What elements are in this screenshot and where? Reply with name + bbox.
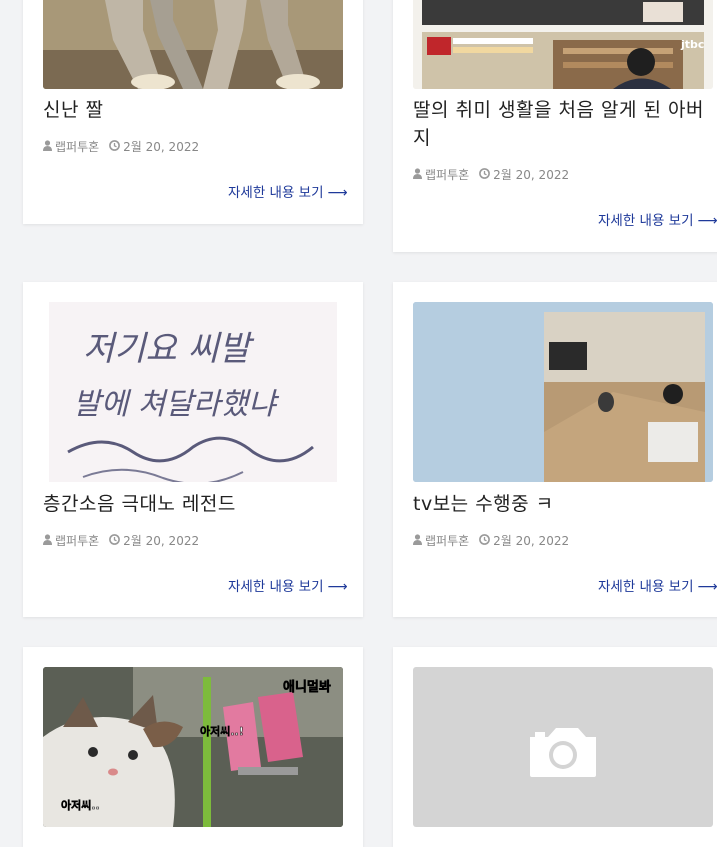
- read-more-label: 자세한 내용 보기: [598, 213, 694, 229]
- post-date: 2월 20, 2022: [123, 534, 200, 548]
- post-title[interactable]: 신난 짤: [43, 96, 343, 124]
- arrow-right-icon: ⟶: [697, 213, 717, 229]
- read-more-link[interactable]: 자세한 내용 보기 ⟶: [228, 575, 348, 595]
- post-meta: 랩퍼투혼 2월 20, 2022: [43, 138, 199, 155]
- post-title[interactable]: tv보는 수행중 ㅋ: [413, 490, 713, 518]
- user-icon: [43, 139, 52, 154]
- post-card: 신난 짤 랩퍼투혼 2월 20, 2022 자세한 내용 보기 ⟶: [23, 0, 363, 224]
- read-more-link[interactable]: 자세한 내용 보기 ⟶: [228, 181, 348, 201]
- post-date: 2월 20, 2022: [493, 534, 570, 548]
- read-more-link[interactable]: 자세한 내용 보기 ⟶: [598, 575, 717, 595]
- clock-icon: [109, 533, 121, 548]
- post-date: 2월 20, 2022: [493, 168, 570, 182]
- user-icon: [413, 533, 422, 548]
- caption-bottom-left: 아저씨..: [61, 798, 100, 812]
- post-author[interactable]: 랩퍼투혼: [55, 532, 99, 549]
- arrow-right-icon: ⟶: [327, 185, 348, 201]
- clock-icon: [109, 139, 121, 154]
- read-more-label: 자세한 내용 보기: [228, 579, 324, 595]
- post-title[interactable]: 층간소음 극대노 레전드: [43, 490, 343, 518]
- post-date: 2월 20, 2022: [123, 140, 200, 154]
- clock-icon: [479, 533, 491, 548]
- post-thumbnail[interactable]: jtbc: [413, 0, 713, 89]
- note-line-1: 저기요 씨발: [83, 329, 255, 369]
- post-card: 저기요 씨발 발에 쳐달라했냐 층간소음 극대노 레전드 랩퍼투혼 2월 20,…: [23, 282, 363, 617]
- post-card: tv보는 수행중 ㅋ 랩퍼투혼 2월 20, 2022 자세한 내용 보기 ⟶: [393, 282, 717, 617]
- tv-show-image: jtbc: [413, 0, 713, 89]
- post-author[interactable]: 랩퍼투혼: [425, 166, 469, 183]
- post-thumbnail[interactable]: 애니멀봐 아저씨..! 아저씨..: [43, 667, 343, 827]
- post-meta: 랩퍼투혼 2월 20, 2022: [413, 166, 569, 183]
- post-author[interactable]: 랩퍼투혼: [425, 532, 469, 549]
- post-meta: 랩퍼투혼 2월 20, 2022: [43, 532, 199, 549]
- read-more-link[interactable]: 자세한 내용 보기 ⟶: [598, 209, 717, 229]
- post-card: [393, 647, 717, 847]
- post-card: 애니멀봐 아저씨..! 아저씨..: [23, 647, 363, 847]
- read-more-label: 자세한 내용 보기: [598, 579, 694, 595]
- post-card: jtbc 딸의 취미 생활을 처음 알게 된 아버지 랩퍼투혼 2월 20, 2…: [393, 0, 717, 252]
- note-line-2: 발에 쳐달라했냐: [73, 387, 280, 422]
- camera-icon: [530, 728, 596, 777]
- tv-logo: jtbc: [680, 38, 704, 51]
- dancing-cartoon-image: [43, 0, 343, 89]
- caption-top-right: 애니멀봐: [283, 679, 331, 695]
- post-thumbnail-placeholder[interactable]: [413, 667, 713, 827]
- user-icon: [413, 167, 422, 182]
- post-author[interactable]: 랩퍼투혼: [55, 138, 99, 155]
- cat-on-bus-image: 애니멀봐 아저씨..! 아저씨..: [43, 667, 343, 827]
- arrow-right-icon: ⟶: [697, 579, 717, 595]
- read-more-label: 자세한 내용 보기: [228, 185, 324, 201]
- post-thumbnail[interactable]: [413, 302, 713, 482]
- caption-middle: 아저씨..!: [200, 724, 244, 738]
- user-icon: [43, 533, 52, 548]
- post-title[interactable]: 딸의 취미 생활을 처음 알게 된 아버지: [413, 96, 717, 152]
- post-meta: 랩퍼투혼 2월 20, 2022: [413, 532, 569, 549]
- arrow-right-icon: ⟶: [327, 579, 348, 595]
- clock-icon: [479, 167, 491, 182]
- post-thumbnail[interactable]: [43, 0, 343, 89]
- post-thumbnail[interactable]: 저기요 씨발 발에 쳐달라했냐: [43, 302, 343, 482]
- cat-watching-tv-image: [413, 302, 713, 482]
- handwritten-note-image: 저기요 씨발 발에 쳐달라했냐: [43, 302, 343, 482]
